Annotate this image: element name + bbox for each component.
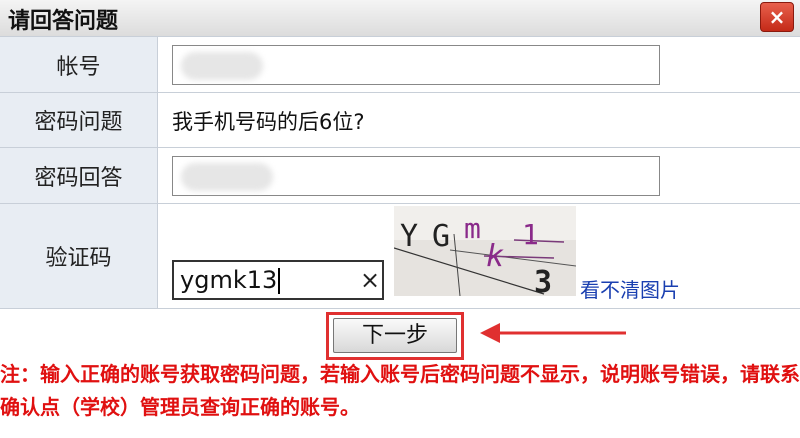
form-table: 帐号 密码问题 我手机号码的后6位? 密码回答 验证码 ygmk13 × Y G…	[0, 36, 800, 309]
next-button-highlight: 下一步	[326, 312, 464, 360]
captcha-row: 验证码 ygmk13 × Y G m k 1 3 看不清图片	[0, 203, 800, 308]
answer-redaction	[181, 163, 273, 191]
captcha-image[interactable]: Y G m k 1 3	[394, 206, 576, 296]
captcha-char: G	[432, 219, 450, 254]
captcha-input-value: ygmk13	[180, 266, 278, 294]
account-input[interactable]	[172, 45, 660, 85]
account-redaction	[181, 52, 263, 80]
clear-input-icon[interactable]: ×	[358, 262, 382, 298]
captcha-char: m	[464, 212, 481, 245]
captcha-label: 验证码	[0, 204, 158, 308]
answer-row: 密码回答	[0, 147, 800, 203]
answer-label: 密码回答	[0, 148, 158, 203]
captcha-char: 1	[522, 218, 539, 251]
next-button[interactable]: 下一步	[333, 318, 457, 353]
instruction-note: 注：输入正确的账号获取密码问题，若输入账号后密码问题不显示，说明账号错误，请联系…	[0, 362, 800, 419]
captcha-char: k	[486, 239, 504, 274]
close-icon: ×	[768, 5, 786, 29]
annotation-arrow-icon	[480, 323, 626, 343]
question-text: 我手机号码的后6位?	[172, 110, 365, 134]
account-label: 帐号	[0, 37, 158, 92]
captcha-input[interactable]: ygmk13 ×	[172, 260, 384, 300]
question-label: 密码问题	[0, 93, 158, 147]
answer-input[interactable]	[172, 156, 660, 196]
close-button[interactable]: ×	[760, 2, 794, 32]
refresh-captcha-link[interactable]: 看不清图片	[580, 274, 680, 303]
dialog-title: 请回答问题	[8, 9, 119, 34]
captcha-char: Y	[400, 219, 418, 254]
text-caret	[278, 268, 281, 294]
captcha-char: 3	[534, 265, 552, 296]
dialog-titlebar: 请回答问题 ×	[0, 0, 800, 37]
account-row: 帐号	[0, 36, 800, 92]
question-row: 密码问题 我手机号码的后6位?	[0, 92, 800, 147]
